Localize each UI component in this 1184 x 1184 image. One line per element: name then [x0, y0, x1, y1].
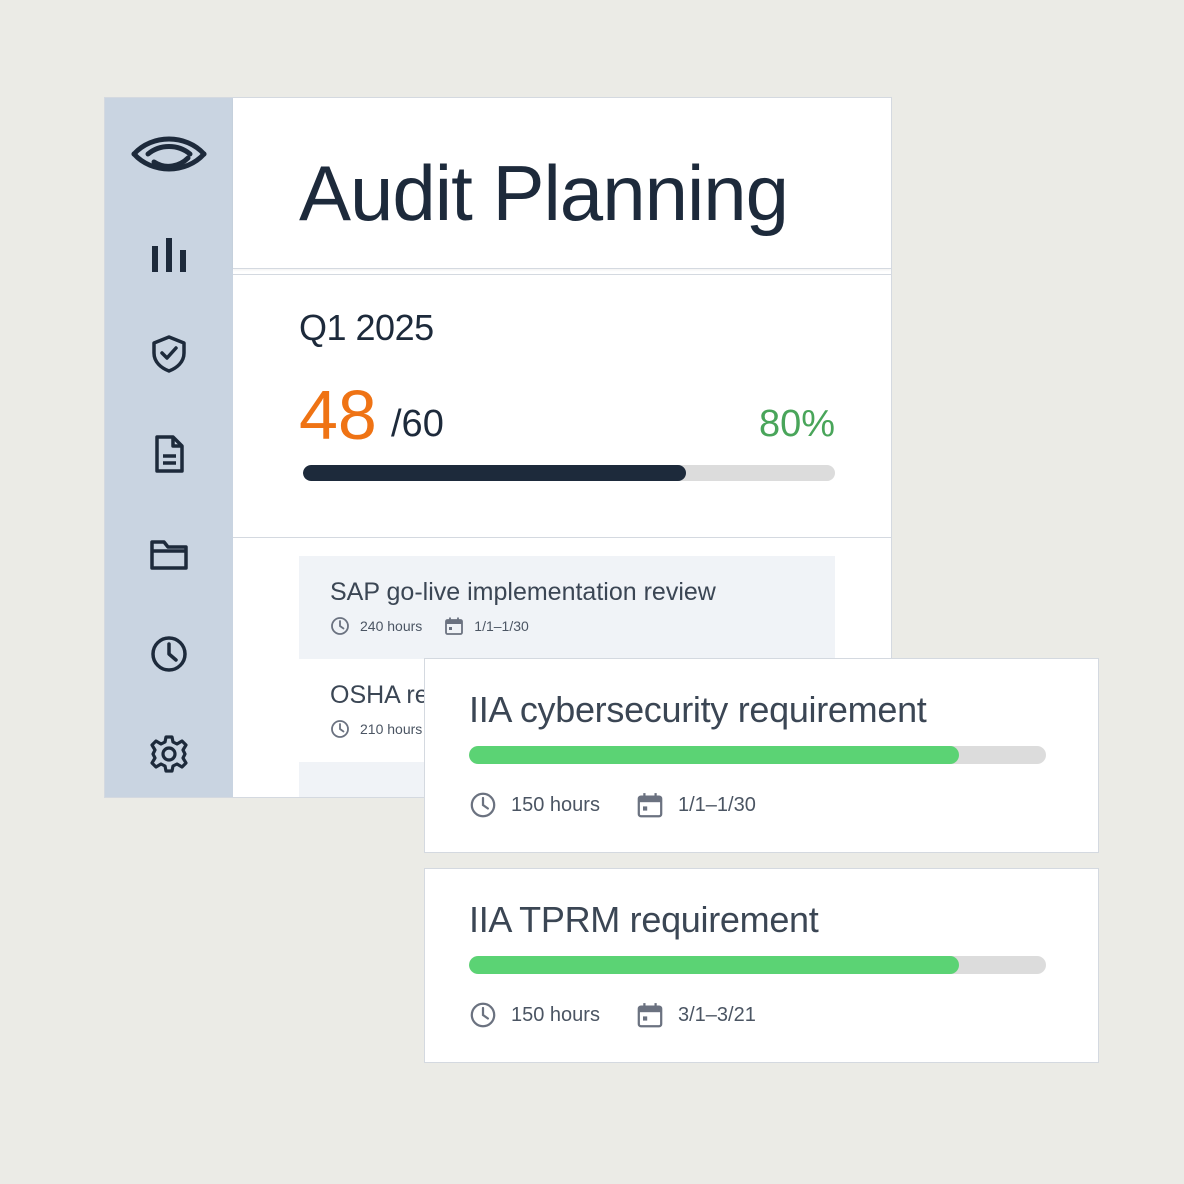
page-header: Audit Planning — [233, 98, 891, 269]
card-progress-track — [469, 956, 1046, 974]
clock-icon — [151, 636, 187, 672]
calendar-icon — [637, 1003, 663, 1028]
list-item-title: SAP go-live implementation review — [330, 578, 716, 606]
logo-icon — [131, 136, 207, 172]
total-count: /60 — [391, 403, 444, 445]
nav-settings[interactable] — [129, 724, 209, 784]
card-title: IIA cybersecurity requirement — [469, 689, 927, 730]
clock-icon — [470, 1002, 496, 1028]
document-icon — [155, 435, 184, 473]
card-progress-track — [469, 746, 1046, 764]
card-meta: 150 hours 1/1–1/30 — [469, 791, 792, 819]
requirement-card[interactable]: IIA cybersecurity requirement 150 hours … — [424, 658, 1099, 853]
folder-icon — [150, 540, 188, 570]
sidebar — [105, 98, 233, 797]
gear-icon — [150, 735, 188, 773]
list-item-meta: 240 hours 1/1–1/30 — [330, 616, 551, 636]
nav-compliance[interactable] — [129, 324, 209, 384]
card-progress-fill — [469, 956, 960, 974]
summary-progress-fill — [303, 465, 687, 481]
clock-icon — [331, 720, 349, 738]
quarter-summary: Q1 2025 48 /60 80% — [233, 274, 891, 538]
quarter-label: Q1 2025 — [299, 307, 434, 348]
calendar-icon — [637, 793, 663, 818]
bar-chart-icon — [152, 238, 186, 272]
card-title: IIA TPRM requirement — [469, 899, 819, 940]
card-dates: 1/1–1/30 — [677, 793, 756, 816]
card-progress-fill — [469, 746, 960, 764]
requirement-card[interactable]: IIA TPRM requirement 150 hours 3/1–3/21 — [424, 868, 1099, 1063]
card-meta: 150 hours 3/1–3/21 — [469, 1001, 792, 1029]
list-item-dates: 1/1–1/30 — [474, 618, 529, 634]
nav-folders[interactable] — [129, 524, 209, 584]
completed-count: 48 — [299, 376, 377, 454]
card-hours: 150 hours — [511, 1003, 600, 1026]
nav-documents[interactable] — [129, 424, 209, 484]
page-title: Audit Planning — [299, 149, 789, 237]
clock-icon — [470, 792, 496, 818]
list-item-hours: 240 hours — [360, 618, 423, 634]
logo[interactable] — [129, 124, 209, 184]
list-item-title: OSHA re — [330, 681, 429, 709]
nav-reports[interactable] — [129, 224, 209, 284]
summary-progress-track — [303, 465, 835, 481]
calendar-icon — [445, 617, 464, 635]
list-item-hours: 210 hours — [360, 721, 423, 737]
list-item[interactable]: SAP go-live implementation review 240 ho… — [299, 556, 835, 659]
nav-history[interactable] — [129, 624, 209, 684]
completion-percent: 80% — [758, 403, 835, 445]
shield-check-icon — [152, 335, 186, 373]
card-hours: 150 hours — [511, 793, 600, 816]
card-dates: 3/1–3/21 — [677, 1003, 756, 1026]
clock-icon — [331, 617, 349, 635]
